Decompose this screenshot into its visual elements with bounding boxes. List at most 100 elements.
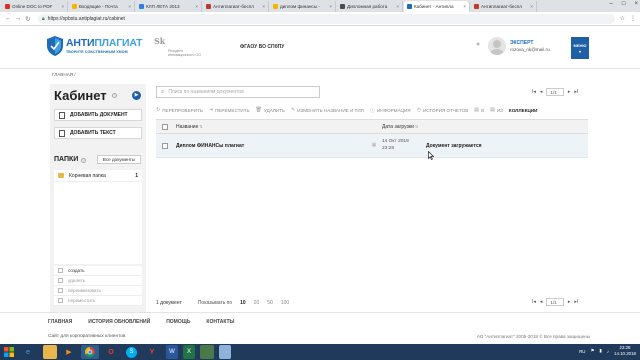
page-select[interactable]: 1/1: [546, 88, 564, 96]
help-icon[interactable]: ?: [81, 158, 86, 163]
browser-tab[interactable]: Дипломная работа ×: [337, 1, 403, 12]
user-block[interactable]: ● ЭКСПЕРТ rozova_nk@mail.ru: [476, 36, 566, 58]
browser-tab[interactable]: Антиплагиат-беспл ×: [471, 1, 537, 12]
rename-button[interactable]: ✎ ИЗМЕНИТЬ НАЗВАНИЕ И ТИП: [291, 107, 364, 113]
document-name[interactable]: Диплом ФИНАНСы плагиат: [176, 143, 366, 149]
skype-icon[interactable]: S: [126, 346, 137, 358]
select-all-checkbox[interactable]: [162, 123, 168, 130]
move-folder-button[interactable]: переместить: [54, 296, 142, 306]
close-tab-icon[interactable]: ×: [61, 4, 64, 9]
sk-text: Резидент инновационного ОО: [168, 49, 201, 57]
opera-icon[interactable]: O: [102, 345, 120, 359]
close-window-icon[interactable]: ×: [634, 1, 638, 7]
document-status: Документ загружается: [426, 142, 482, 149]
flag-icon[interactable]: ⚑: [590, 348, 594, 354]
url-field[interactable]: 🔒︎ https://spbstu.antiplagiat.ru/cabinet: [38, 13, 615, 24]
chevron-down-icon: ▾: [578, 48, 581, 54]
footer-link-help[interactable]: ПОМОЩЬ: [166, 319, 190, 325]
chrome-icon[interactable]: [81, 345, 99, 359]
info-button[interactable]: ⓘ ИНФОРМАЦИЯ: [370, 107, 411, 114]
create-folder-button[interactable]: создать: [54, 266, 142, 276]
close-tab-icon[interactable]: ×: [262, 4, 265, 9]
footer-link-contacts[interactable]: КОНТАКТЫ: [206, 319, 234, 325]
back-icon[interactable]: ←: [4, 15, 12, 22]
favicon-icon: [273, 4, 278, 9]
rename-folder-button[interactable]: переименовать: [54, 286, 142, 296]
folder-item[interactable]: Корневая папка 1: [54, 170, 142, 182]
network-icon[interactable]: ▮: [599, 348, 601, 354]
favicon-icon: [5, 4, 10, 9]
close-tab-icon[interactable]: ×: [530, 4, 533, 9]
delete-folder-button[interactable]: удалить: [54, 276, 142, 286]
report-history-button[interactable]: ◷ ИСТОРИЯ ОТЧЕТОВ: [417, 107, 469, 113]
page-size-option[interactable]: 100: [281, 300, 289, 306]
browser-tab[interactable]: диплом финансы - ×: [270, 1, 336, 12]
minimize-icon[interactable]: –: [610, 1, 613, 7]
column-date[interactable]: Дата загрузки⇅: [382, 124, 582, 130]
favicon-icon: [340, 4, 345, 9]
notepad-icon[interactable]: [219, 345, 231, 359]
language-indicator[interactable]: RU: [579, 349, 585, 354]
first-page-icon[interactable]: I◂: [532, 89, 536, 95]
media-player-icon[interactable]: ▶: [60, 345, 78, 359]
windows-start-icon[interactable]: [2, 345, 16, 359]
close-tab-icon[interactable]: ×: [329, 4, 332, 9]
page-select[interactable]: 1/1: [546, 298, 564, 306]
footer-link-home[interactable]: ГЛАВНАЯ: [48, 319, 72, 325]
recheck-button[interactable]: ↻ ПЕРЕПРОВЕРИТЬ: [156, 107, 203, 113]
next-page-icon[interactable]: ▸: [568, 89, 571, 95]
last-page-icon[interactable]: ▸I: [574, 89, 578, 95]
clock[interactable]: 23:28 14.10.2018: [614, 345, 636, 357]
search-input[interactable]: ⌕ Поиск по названиям документов: [156, 86, 320, 98]
page-size-option[interactable]: 50: [267, 300, 273, 306]
close-tab-icon[interactable]: ×: [396, 4, 399, 9]
close-tab-icon[interactable]: ×: [195, 4, 198, 9]
excel-icon[interactable]: X: [183, 345, 195, 359]
close-tab-icon[interactable]: ×: [463, 4, 466, 9]
file-explorer-icon[interactable]: [43, 345, 57, 359]
first-page-icon[interactable]: I◂: [532, 299, 536, 305]
last-page-icon[interactable]: ▸I: [574, 299, 578, 305]
play-icon[interactable]: ▶: [132, 91, 141, 100]
favicon-icon: [206, 4, 211, 9]
table-row[interactable]: Диплом ФИНАНСы плагиат ✲ 14 Окт 2018 23:2…: [156, 134, 588, 158]
browser-tab[interactable]: Входящие - Почта ×: [69, 1, 135, 12]
volume-icon[interactable]: ♪: [607, 349, 609, 354]
star-icon[interactable]: ☆: [620, 15, 625, 22]
add-text-button[interactable]: ДОБАВИТЬ ТЕКСТ: [54, 127, 142, 139]
yandex-icon[interactable]: Y: [143, 345, 161, 359]
word-icon[interactable]: W: [166, 345, 178, 359]
menu-button[interactable]: МЕНЮ ▾: [571, 37, 589, 59]
add-document-button[interactable]: ДОБАВИТЬ ДОКУМЕНТ: [54, 109, 142, 121]
bell-icon[interactable]: ●: [476, 41, 480, 48]
antiplagiat-logo[interactable]: АНТИПЛАГИАТ ТВОРИТЕ СОБСТВЕННЫМ УМОМ: [46, 35, 146, 61]
photo-viewer-icon[interactable]: [200, 345, 214, 359]
page-size-option[interactable]: 20: [254, 300, 260, 306]
footer-link-updates[interactable]: ИСТОРИЯ ОБНОВЛЕНИЙ: [88, 319, 150, 325]
prev-page-icon[interactable]: ◂: [540, 89, 543, 95]
internet-explorer-icon[interactable]: e: [19, 345, 37, 359]
forward-icon[interactable]: →: [14, 15, 22, 22]
browser-tab-active[interactable]: Кабинет - Антипла ×: [404, 1, 470, 12]
from-collection-button[interactable]: ▤ ИЗ: [490, 107, 503, 113]
browser-tab[interactable]: КЛП ЛЕТА 2013 ×: [136, 1, 202, 12]
row-checkbox[interactable]: [162, 142, 168, 149]
to-collection-button[interactable]: ▤ В: [474, 107, 484, 113]
browser-menu-icon[interactable]: ⋮: [630, 15, 636, 22]
delete-button[interactable]: 🗑︎ УДАЛИТЬ: [256, 107, 285, 113]
next-page-icon[interactable]: ▸: [568, 299, 571, 305]
browser-tab[interactable]: Антиплагиат-беспл ×: [203, 1, 269, 12]
column-name[interactable]: Название⇅: [176, 124, 382, 130]
document-icon: [59, 111, 65, 119]
move-button[interactable]: ⇥ ПЕРЕМЕСТИТЬ: [209, 107, 250, 113]
avatar[interactable]: [488, 37, 506, 55]
close-tab-icon[interactable]: ×: [128, 4, 131, 9]
breadcrumb[interactable]: ГЛАВНАЯ /: [52, 72, 76, 77]
browser-tab[interactable]: Online DOC to PDF ×: [2, 1, 68, 12]
maximize-icon[interactable]: □: [622, 1, 626, 7]
page-size-option[interactable]: 10: [240, 300, 246, 306]
prev-page-icon[interactable]: ◂: [540, 299, 543, 305]
all-documents-button[interactable]: Все документы: [97, 155, 141, 164]
reload-icon[interactable]: ↻: [24, 15, 32, 23]
help-icon[interactable]: ?: [112, 93, 117, 98]
